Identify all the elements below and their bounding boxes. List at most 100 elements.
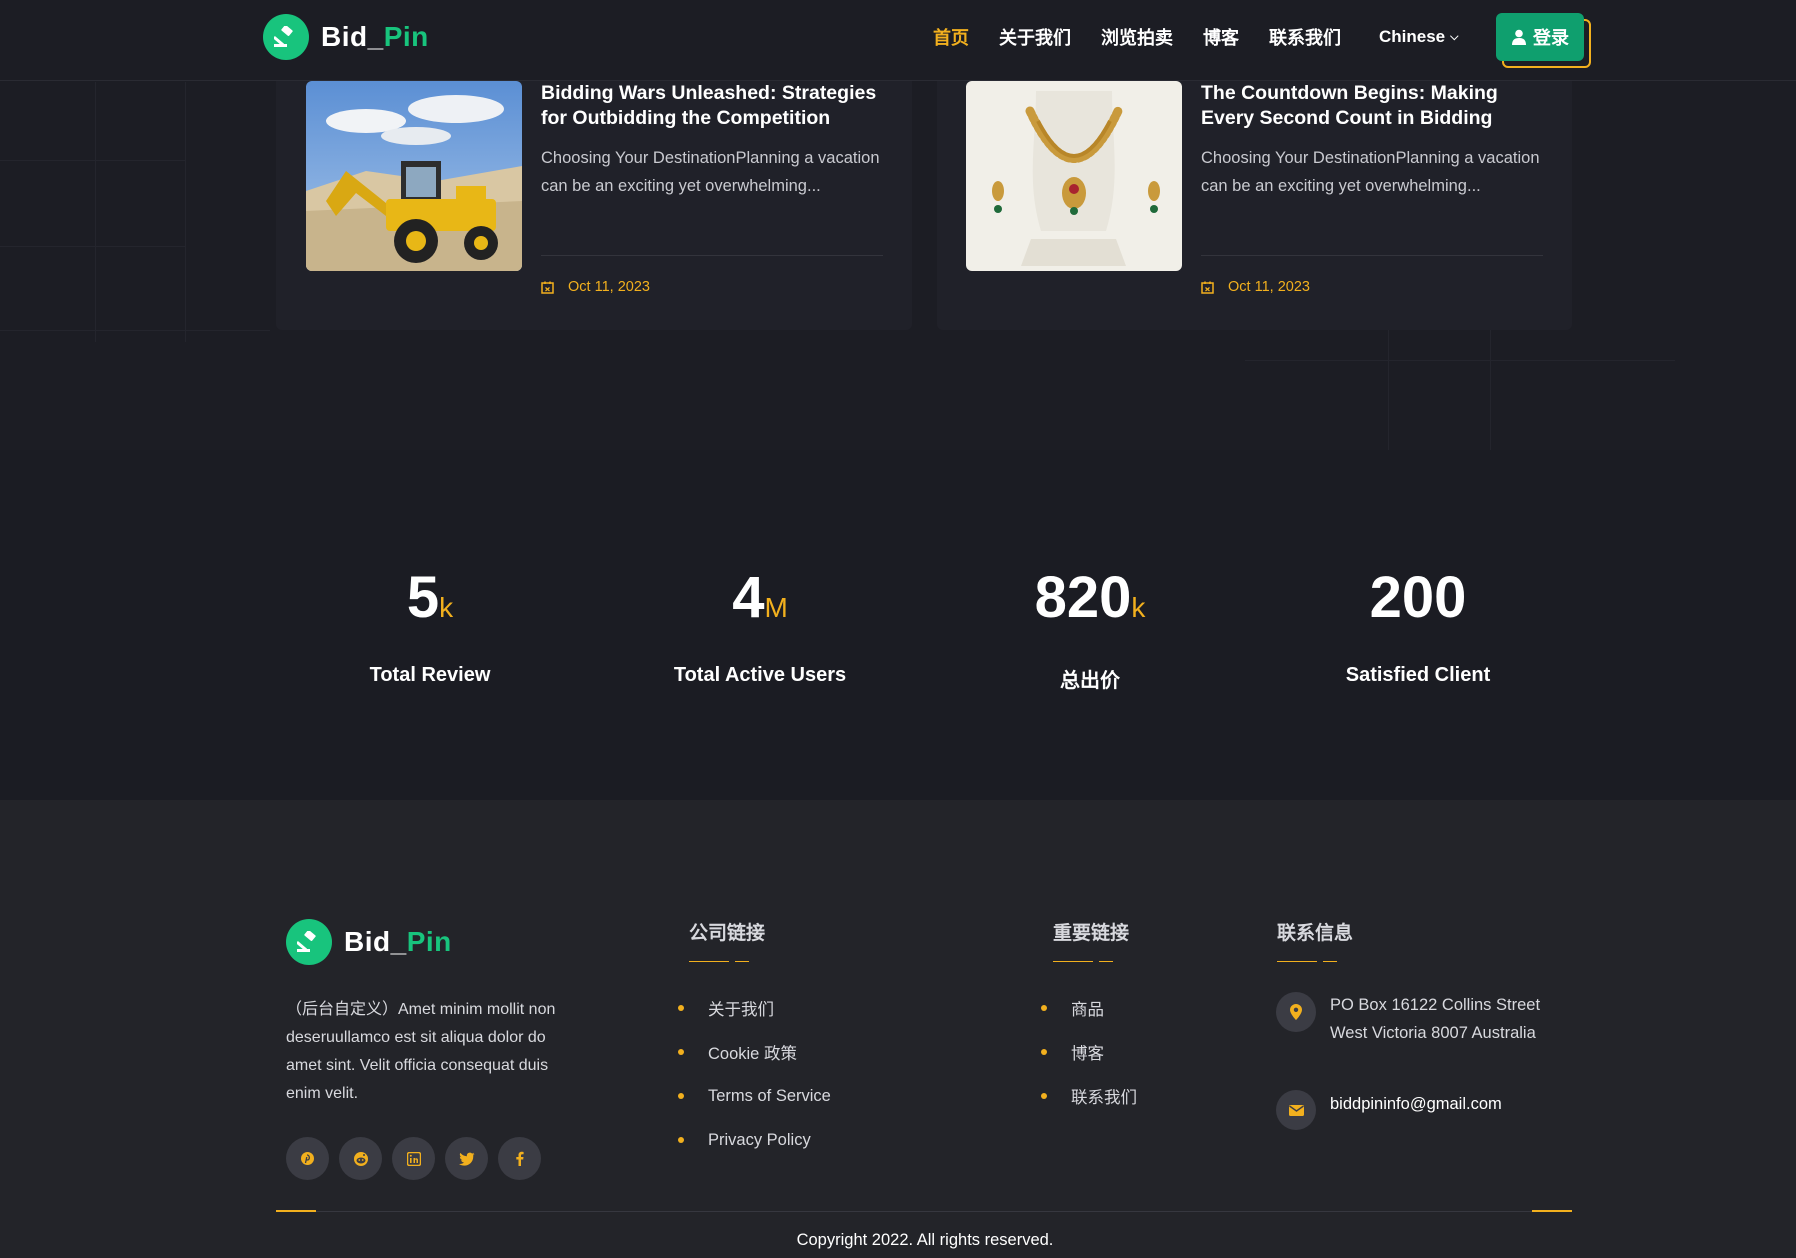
nav-contact[interactable]: 联系我们 <box>1269 24 1341 50</box>
stat-number: 5 <box>406 565 440 630</box>
decor-grid-line <box>95 82 96 342</box>
social-links <box>286 1137 551 1180</box>
stat-number: 200 <box>1369 565 1467 630</box>
footer-link-contact[interactable]: 联系我们 <box>1041 1074 1137 1118</box>
logo-text: Bid_Pin <box>321 21 429 53</box>
stat-value: 4M <box>640 568 880 638</box>
footer-link-label: 关于我们 <box>708 1001 774 1019</box>
footer-divider-accent <box>1532 1210 1572 1212</box>
footer-divider <box>276 1211 1572 1212</box>
footer-link-label: Cookie 政策 <box>708 1045 797 1063</box>
heading-underline <box>1053 961 1113 963</box>
blog-card-date-text: Oct 11, 2023 <box>568 279 650 295</box>
logo-text-pin: Pin <box>406 926 452 957</box>
footer-link-terms[interactable]: Terms of Service <box>678 1074 831 1118</box>
login-button[interactable]: 登录 <box>1496 13 1584 61</box>
blog-card-title[interactable]: The Countdown Begins: Making Every Secon… <box>1201 81 1551 131</box>
blog-card-date: Oct 11, 2023 <box>1201 279 1310 295</box>
stat-label: Total Review <box>369 664 491 686</box>
nav-home[interactable]: 首页 <box>933 24 969 50</box>
pinterest-icon[interactable] <box>286 1137 329 1180</box>
main-nav: 首页 关于我们 浏览拍卖 博客 联系我们 Chinese ⌵ <box>933 24 1458 50</box>
stat-item: 200 Satisfied Client <box>1318 568 1518 687</box>
user-icon <box>1512 29 1526 45</box>
footer-divider-accent <box>276 1210 316 1212</box>
logo-text-bid: Bid_ <box>321 21 384 52</box>
footer-link-privacy[interactable]: Privacy Policy <box>678 1118 831 1162</box>
login-button-wrap: 登录 <box>1496 13 1591 68</box>
blog-card-image-backhoe[interactable] <box>306 81 522 271</box>
nav-browse-auctions[interactable]: 浏览拍卖 <box>1101 24 1173 50</box>
blog-card-image-necklace[interactable] <box>966 81 1182 271</box>
gavel-logo-icon <box>263 14 309 60</box>
gavel-logo-icon <box>286 919 332 965</box>
logo-text: Bid_Pin <box>344 926 452 958</box>
copyright-text: Copyright 2022. All rights reserved. <box>796 1231 1054 1249</box>
footer-link-about[interactable]: 关于我们 <box>678 986 831 1030</box>
blog-card-divider <box>1201 255 1543 256</box>
footer-link-label: 商品 <box>1071 1001 1104 1019</box>
calendar-icon <box>541 281 554 294</box>
heading-underline <box>1277 961 1337 963</box>
decor-grid-line <box>0 160 185 161</box>
footer-contact-heading: 联系信息 <box>1277 923 1354 944</box>
stat-label: Total Active Users <box>673 664 847 686</box>
language-select[interactable]: Chinese ⌵ <box>1379 27 1458 47</box>
decor-grid-line <box>185 82 186 342</box>
bullet-dot <box>1041 1005 1047 1011</box>
footer-link-blog[interactable]: 博客 <box>1041 1030 1137 1074</box>
footer-company-links-heading: 公司链接 <box>689 923 766 944</box>
stat-number: 820 <box>1034 565 1132 630</box>
decor-grid-line <box>0 330 270 331</box>
stat-value: 200 <box>1318 568 1518 638</box>
nav-blog[interactable]: 博客 <box>1203 24 1239 50</box>
bullet-dot <box>1041 1093 1047 1099</box>
bullet-dot <box>678 1005 684 1011</box>
stat-item: 5k Total Review <box>330 568 530 687</box>
stat-label: 总出价 <box>1060 670 1120 692</box>
stats-section: 5k Total Review 4M Total Active Users 82… <box>0 450 1796 800</box>
footer-description: （后台自定义）Amet minim mollit non deseruullam… <box>286 1001 556 1102</box>
contact-address: PO Box 16122 Collins Street West Victori… <box>1330 996 1541 1042</box>
stat-value: 5k <box>330 568 530 638</box>
footer-logo[interactable]: Bid_Pin <box>286 919 452 965</box>
stat-item: 820k 总出价 <box>990 568 1190 693</box>
heading-underline <box>689 961 749 963</box>
stat-label: Satisfied Client <box>1345 664 1491 686</box>
blog-card-excerpt: Choosing Your DestinationPlanning a vaca… <box>1201 149 1540 195</box>
bullet-dot <box>678 1137 684 1143</box>
nav-about[interactable]: 关于我们 <box>999 24 1071 50</box>
blog-card-date-text: Oct 11, 2023 <box>1228 279 1310 295</box>
footer-important-links-heading: 重要链接 <box>1053 923 1130 944</box>
twitter-icon[interactable] <box>445 1137 488 1180</box>
reddit-icon[interactable] <box>339 1137 382 1180</box>
stat-number: 4 <box>732 565 765 630</box>
bullet-dot <box>678 1093 684 1099</box>
stat-unit: k <box>1131 592 1146 623</box>
chevron-down-icon: ⌵ <box>1450 30 1459 43</box>
blog-card-title[interactable]: Bidding Wars Unleashed: Strategies for O… <box>541 81 891 131</box>
stat-value: 820k <box>990 568 1190 638</box>
footer-link-label: Privacy Policy <box>708 1130 811 1149</box>
bullet-dot <box>678 1049 684 1055</box>
footer-important-links: 商品 博客 联系我们 <box>1041 986 1137 1118</box>
contact-email[interactable]: biddpininfo@gmail.com <box>1330 1090 1502 1118</box>
language-label: Chinese <box>1379 27 1446 46</box>
header-logo[interactable]: Bid_Pin <box>263 14 429 60</box>
footer-link-products[interactable]: 商品 <box>1041 986 1137 1030</box>
footer-link-label: 博客 <box>1071 1045 1104 1063</box>
blog-card-date: Oct 11, 2023 <box>541 279 650 295</box>
footer-link-cookie-policy[interactable]: Cookie 政策 <box>678 1030 831 1074</box>
footer-link-label: Terms of Service <box>708 1086 831 1105</box>
calendar-icon <box>1201 281 1214 294</box>
site-header: Bid_Pin 首页 关于我们 浏览拍卖 博客 联系我们 Chinese ⌵ 登… <box>0 0 1796 81</box>
decor-grid-line <box>0 246 185 247</box>
stat-unit: k <box>439 592 454 623</box>
map-pin-icon <box>1276 992 1316 1032</box>
facebook-icon[interactable] <box>498 1137 541 1180</box>
stat-item: 4M Total Active Users <box>640 568 880 687</box>
blog-card-excerpt: Choosing Your DestinationPlanning a vaca… <box>541 149 880 195</box>
envelope-icon <box>1276 1090 1316 1130</box>
blog-card-divider <box>541 255 883 256</box>
linkedin-icon[interactable] <box>392 1137 435 1180</box>
